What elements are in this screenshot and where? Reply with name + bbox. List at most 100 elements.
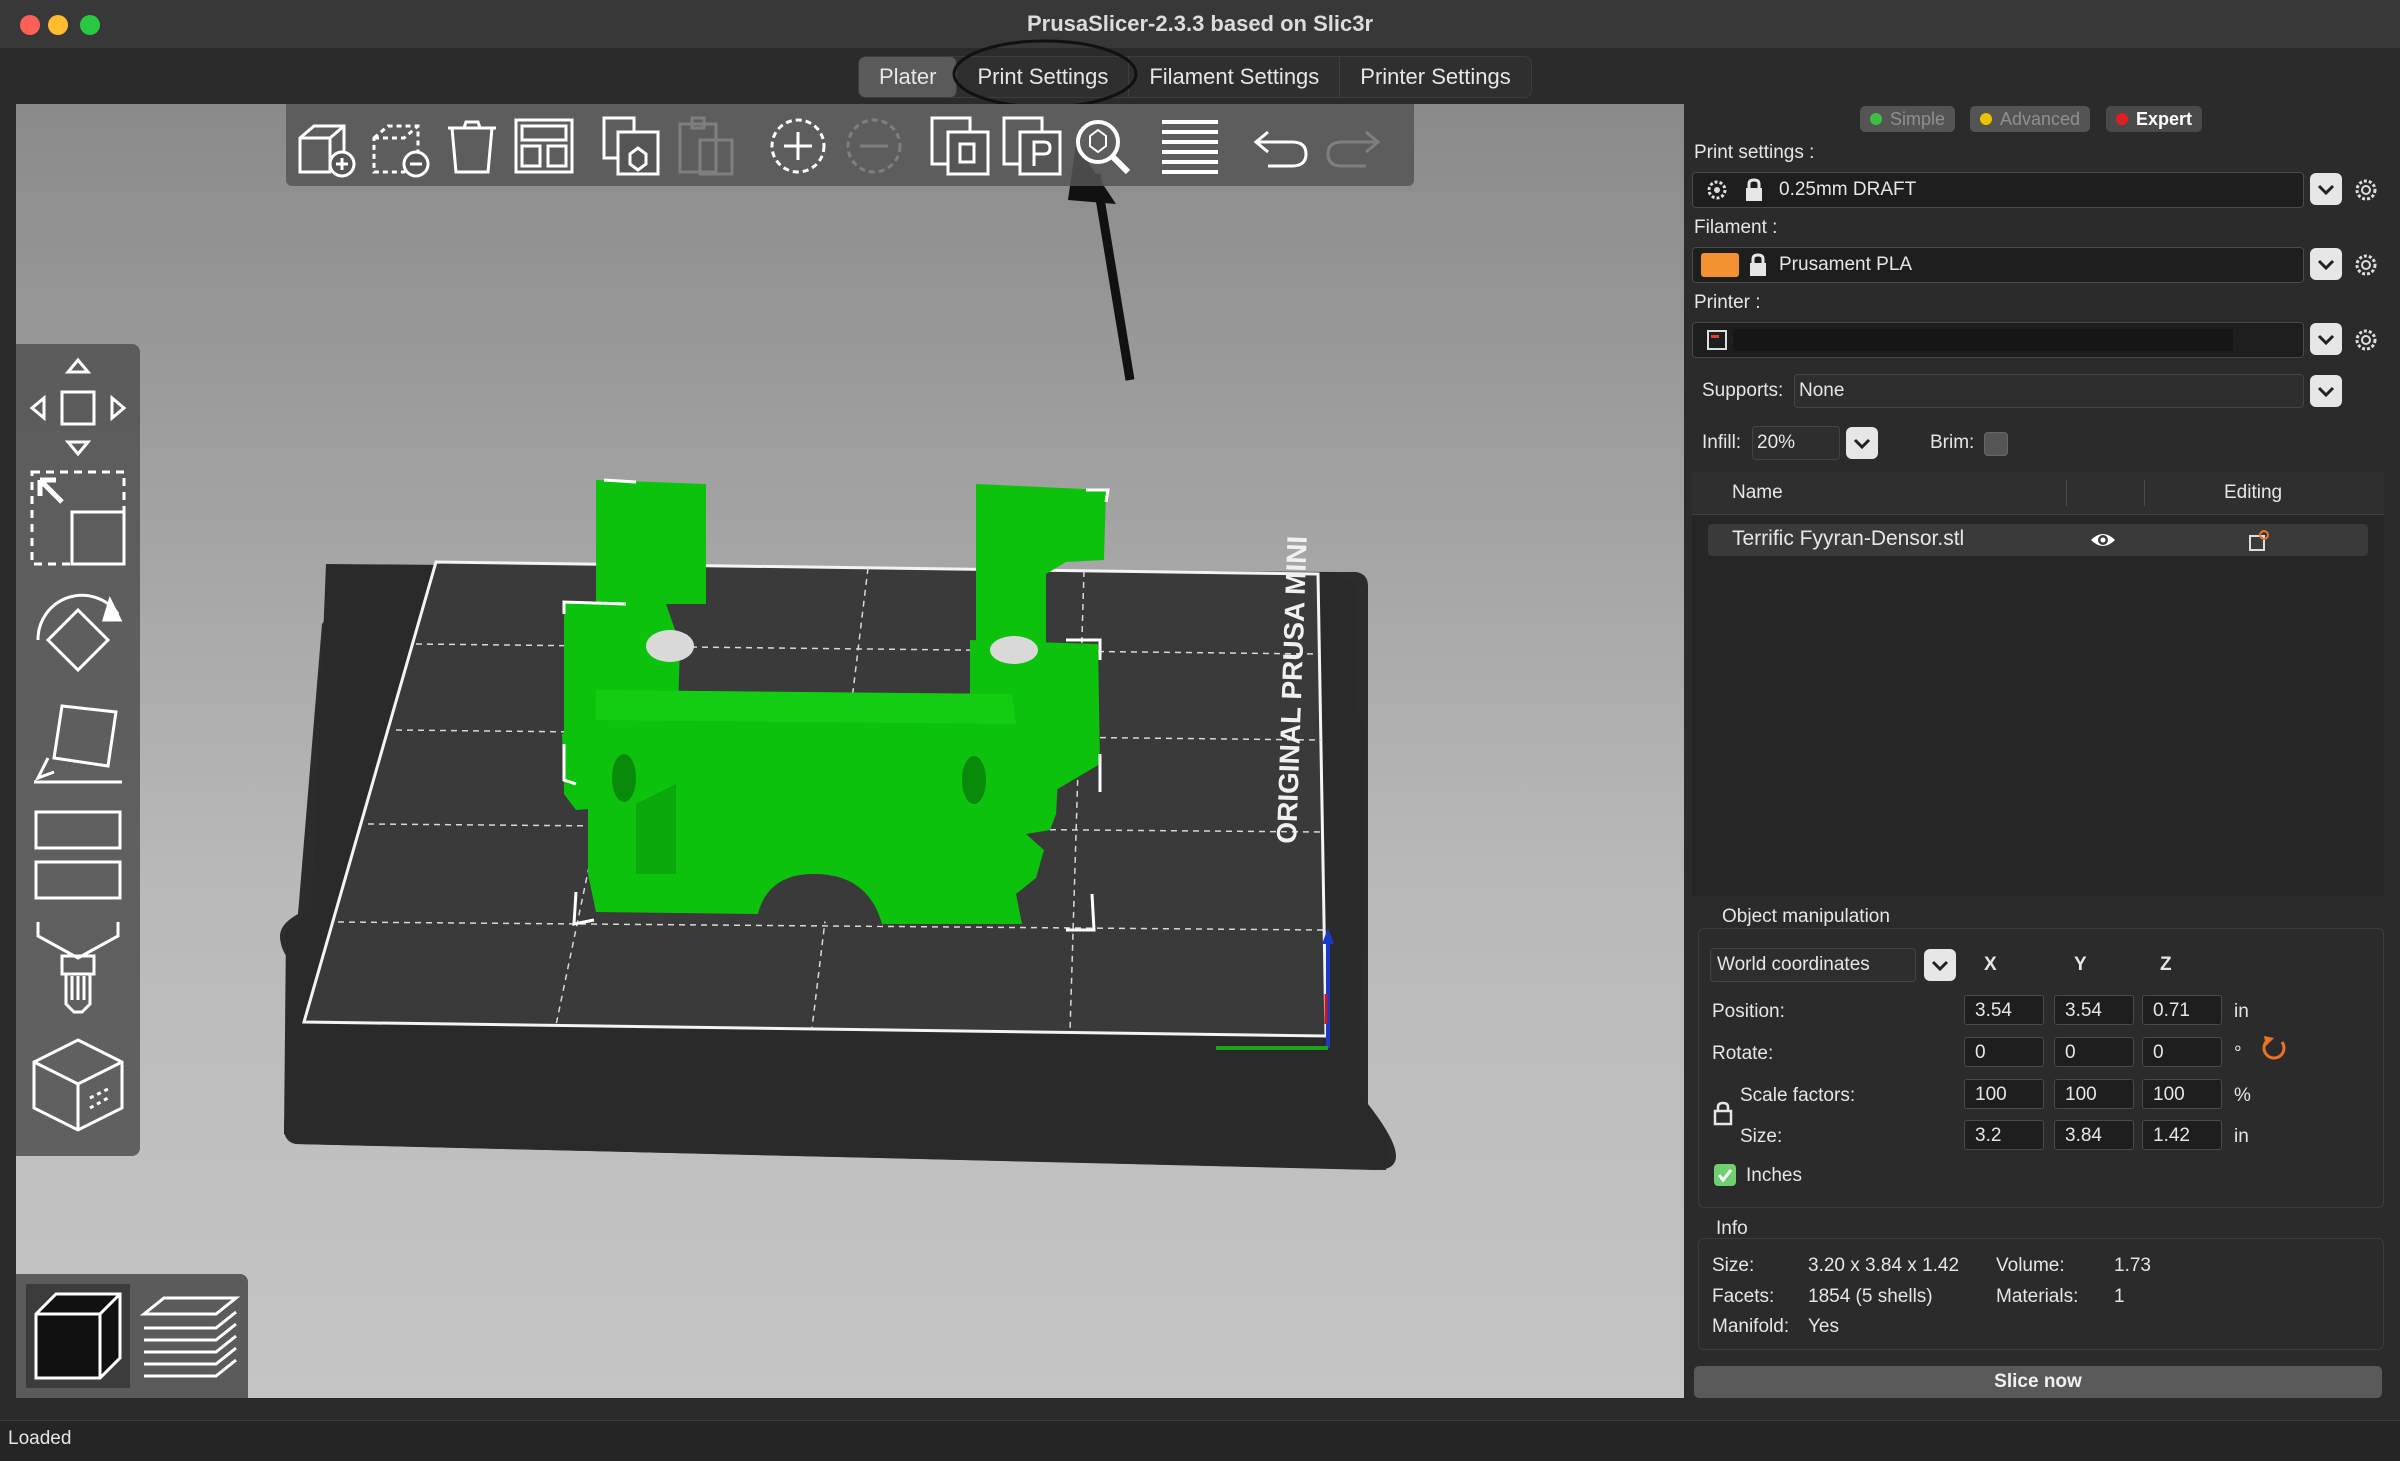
rotate-y-input[interactable]: 0 (2054, 1037, 2134, 1067)
manipulation-title: Object manipulation (1722, 906, 1890, 927)
size-x-input[interactable]: 3.2 (1964, 1120, 2044, 1150)
supports-combo[interactable]: None (1794, 374, 2304, 408)
printer-combo[interactable] (1692, 322, 2304, 358)
printer-dropdown[interactable] (2310, 323, 2342, 355)
printer-edit-icon[interactable] (2352, 326, 2380, 354)
add-object-icon[interactable] (292, 112, 360, 180)
axis-z-header: Z (2160, 954, 2172, 975)
chevron-down-icon (2317, 259, 2335, 271)
split-parts-icon[interactable] (998, 112, 1066, 180)
place-on-face-icon[interactable] (28, 692, 128, 792)
size-unit: in (2234, 1126, 2249, 1147)
position-y-input[interactable]: 3.54 (2054, 995, 2134, 1025)
info-title: Info (1716, 1218, 1748, 1239)
add-instance-icon[interactable] (764, 112, 832, 180)
rotate-x-input[interactable]: 0 (1964, 1037, 2044, 1067)
chevron-down-icon (2317, 386, 2335, 398)
supports-dropdown[interactable] (2310, 375, 2342, 407)
brim-checkbox[interactable] (1984, 432, 2008, 456)
slice-now-button[interactable]: Slice now (1694, 1366, 2382, 1398)
paste-icon[interactable] (672, 112, 740, 180)
tab-printer-settings[interactable]: Printer Settings (1340, 57, 1530, 97)
copy-icon[interactable] (598, 112, 666, 180)
seam-painting-icon[interactable] (28, 1034, 128, 1134)
eye-icon[interactable] (2090, 530, 2116, 555)
info-size-label: Size: (1712, 1255, 1755, 1276)
position-label: Position: (1712, 1001, 1785, 1022)
view-toolbar (16, 1274, 248, 1398)
position-z-input[interactable]: 0.71 (2142, 995, 2222, 1025)
scale-icon[interactable] (28, 468, 128, 568)
split-objects-icon[interactable] (926, 112, 994, 180)
mode-simple[interactable]: Simple (1860, 106, 1956, 132)
column-header-editing[interactable]: Editing (2224, 472, 2282, 514)
scale-z-input[interactable]: 100 (2142, 1079, 2222, 1109)
layer-editing-icon[interactable] (1156, 112, 1224, 180)
rotate-unit: ° (2234, 1043, 2242, 1064)
remove-instance-icon[interactable] (840, 112, 908, 180)
rotate-z-input[interactable]: 0 (2142, 1037, 2222, 1067)
supports-label: Supports: (1702, 380, 1784, 401)
lock-scale-icon[interactable] (1712, 1100, 1734, 1131)
info-materials-value: 1 (2114, 1286, 2125, 1307)
rotate-label: Rotate: (1712, 1043, 1774, 1064)
mounting-hole (646, 630, 694, 662)
print-settings-edit-icon[interactable] (2352, 176, 2380, 204)
highlight-circle (952, 39, 1138, 109)
inches-checkbox[interactable] (1714, 1164, 1736, 1186)
annotation-arrow (1091, 173, 1135, 381)
coordinates-combo[interactable]: World coordinates (1710, 948, 1916, 982)
preview-layers-icon[interactable] (138, 1284, 242, 1388)
status-text: Loaded (8, 1428, 72, 1449)
lock-icon (1743, 177, 1765, 215)
coordinates-dropdown[interactable] (1924, 949, 1956, 981)
position-x-input[interactable]: 3.54 (1964, 995, 2044, 1025)
mode-dot (1980, 113, 1992, 125)
cut-icon[interactable] (28, 804, 128, 904)
chevron-down-icon (2317, 334, 2335, 346)
infill-dropdown[interactable] (1846, 427, 1878, 459)
column-divider (2066, 480, 2067, 506)
axis-y-header: Y (2074, 954, 2087, 975)
undo-icon[interactable] (1246, 112, 1314, 180)
column-header-name[interactable]: Name (1732, 472, 1783, 514)
delete-object-icon[interactable] (366, 112, 434, 180)
position-unit: in (2234, 1001, 2249, 1022)
arrange-icon[interactable] (510, 112, 578, 180)
rotate-icon[interactable] (28, 580, 128, 680)
size-label: Size: (1740, 1126, 1783, 1147)
scale-y-input[interactable]: 100 (2054, 1079, 2134, 1109)
mode-advanced[interactable]: Advanced (1970, 106, 2091, 132)
print-settings-dropdown[interactable] (2310, 173, 2342, 205)
lock-icon (1747, 252, 1769, 290)
axis-x-header: X (1984, 954, 1997, 975)
filament-edit-icon[interactable] (2352, 251, 2380, 279)
3d-model[interactable] (562, 478, 1110, 932)
3d-scene[interactable]: ORIGINAL PRUSA MINI (16, 104, 1684, 1398)
scale-x-input[interactable]: 100 (1964, 1079, 2044, 1109)
supports-value: None (1799, 380, 1845, 401)
coordinates-value: World coordinates (1717, 954, 1870, 975)
info-volume-value: 1.73 (2114, 1255, 2151, 1276)
3d-view-icon[interactable] (26, 1284, 130, 1388)
print-settings-combo[interactable]: 0.25mm DRAFT (1692, 172, 2304, 208)
paint-supports-icon[interactable] (28, 916, 128, 1016)
tab-plater[interactable]: Plater (859, 57, 958, 97)
reset-rotation-icon[interactable] (2260, 1034, 2288, 1067)
size-y-input[interactable]: 3.84 (2054, 1120, 2134, 1150)
list-item[interactable]: Terrific Fyyran-Densor.stl (1708, 524, 2368, 556)
filament-combo[interactable]: Prusament PLA (1692, 247, 2304, 283)
redo-icon[interactable] (1320, 112, 1388, 180)
mode-expert[interactable]: Expert (2106, 106, 2203, 132)
filament-dropdown[interactable] (2310, 248, 2342, 280)
move-icon[interactable] (28, 356, 128, 457)
search-icon[interactable] (1068, 112, 1136, 180)
tab-filament-settings[interactable]: Filament Settings (1129, 57, 1341, 97)
delete-all-icon[interactable] (438, 112, 506, 180)
printer-value (1733, 329, 2233, 351)
infill-combo[interactable]: 20% (1752, 426, 1840, 460)
edit-settings-icon[interactable] (2248, 530, 2270, 557)
printer-icon (1707, 330, 1727, 350)
size-z-input[interactable]: 1.42 (2142, 1120, 2222, 1150)
object-name: Terrific Fyyran-Densor.stl (1732, 527, 1965, 550)
